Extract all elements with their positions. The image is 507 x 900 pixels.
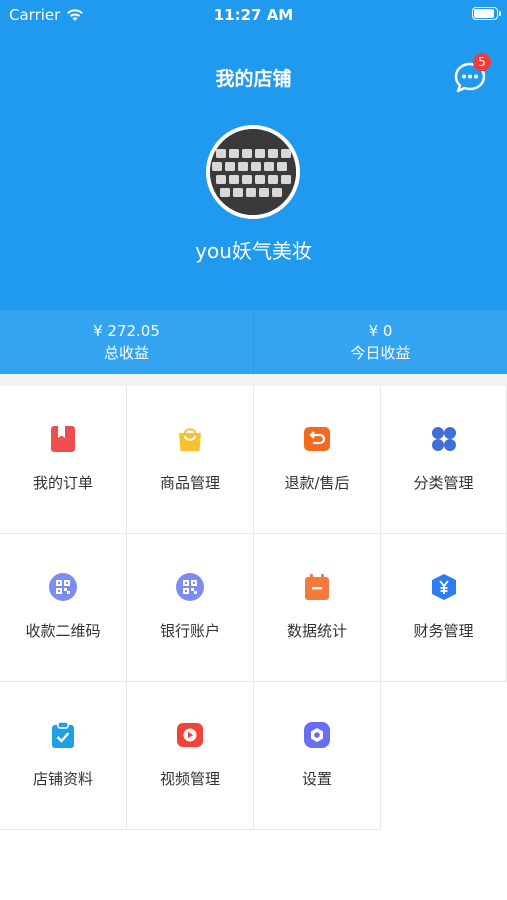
settings-icon	[304, 722, 330, 748]
message-badge: 5	[473, 53, 491, 71]
menu-item-finance[interactable]: 财务管理	[381, 534, 507, 682]
menu-item-label: 分类管理	[413, 474, 474, 492]
menu-item-shop-profile[interactable]: 店铺资料	[0, 682, 127, 830]
section-divider	[0, 374, 507, 386]
menu-item-orders[interactable]: 我的订单	[0, 386, 127, 534]
menu-item-label: 设置	[301, 770, 332, 788]
total-earnings[interactable]: ¥ 272.05 总收益	[0, 310, 253, 374]
calendar-icon	[305, 574, 329, 600]
yen-shield-icon	[431, 574, 456, 600]
menu-item-settings[interactable]: 设置	[254, 682, 381, 830]
menu-item-label: 数据统计	[286, 622, 347, 640]
menu-item-label: 银行账户	[159, 622, 220, 640]
menu-item-products[interactable]: 商品管理	[127, 386, 254, 534]
qr-code-icon	[176, 573, 204, 601]
menu-item-statistics[interactable]: 数据统计	[254, 534, 381, 682]
bookmark-icon	[51, 426, 75, 452]
menu-item-label: 我的订单	[32, 474, 93, 492]
refund-icon	[304, 427, 330, 451]
menu-item-bank-account[interactable]: 银行账户	[127, 534, 254, 682]
clipboard-check-icon	[52, 721, 74, 748]
status-time: 11:27 AM	[213, 6, 294, 24]
shop-header: Carrier 11:27 AM 我的店铺 5 you妖气美妆	[0, 0, 507, 310]
today-earnings-label: 今日收益	[350, 344, 411, 362]
menu-item-videos[interactable]: 视频管理	[127, 682, 254, 830]
total-earnings-value: ¥ 272.05	[93, 322, 160, 340]
message-button[interactable]: 5	[453, 53, 491, 94]
menu-item-label: 财务管理	[413, 622, 474, 640]
today-earnings[interactable]: ¥ 0 今日收益	[253, 310, 507, 374]
menu-item-label: 视频管理	[159, 770, 220, 788]
shop-name: you妖气美妆	[195, 239, 312, 263]
battery-icon	[472, 7, 501, 20]
total-earnings-label: 总收益	[103, 344, 149, 362]
menu-grid: 我的订单 商品管理 退款/售后 分类管理 收款二维码 银行账户 数据统计 财务管…	[0, 386, 507, 830]
category-icon	[431, 427, 456, 451]
today-earnings-value: ¥ 0	[368, 322, 393, 340]
status-bar: Carrier 11:27 AM	[0, 0, 507, 30]
menu-item-payment-qr[interactable]: 收款二维码	[0, 534, 127, 682]
earnings-bar: ¥ 272.05 总收益 ¥ 0 今日收益	[0, 310, 507, 374]
menu-item-label: 店铺资料	[32, 770, 93, 788]
shopping-bag-icon	[179, 428, 201, 451]
qr-code-icon	[49, 573, 77, 601]
page-title: 我的店铺	[215, 68, 292, 90]
menu-item-refund[interactable]: 退款/售后	[254, 386, 381, 534]
menu-item-label: 退款/售后	[284, 474, 350, 492]
menu-item-label: 商品管理	[159, 474, 220, 492]
menu-item-label: 收款二维码	[25, 622, 101, 640]
keyboard-photo-icon	[210, 129, 296, 215]
video-play-icon	[177, 723, 203, 747]
shop-avatar[interactable]	[206, 125, 300, 219]
menu-item-categories[interactable]: 分类管理	[381, 386, 507, 534]
